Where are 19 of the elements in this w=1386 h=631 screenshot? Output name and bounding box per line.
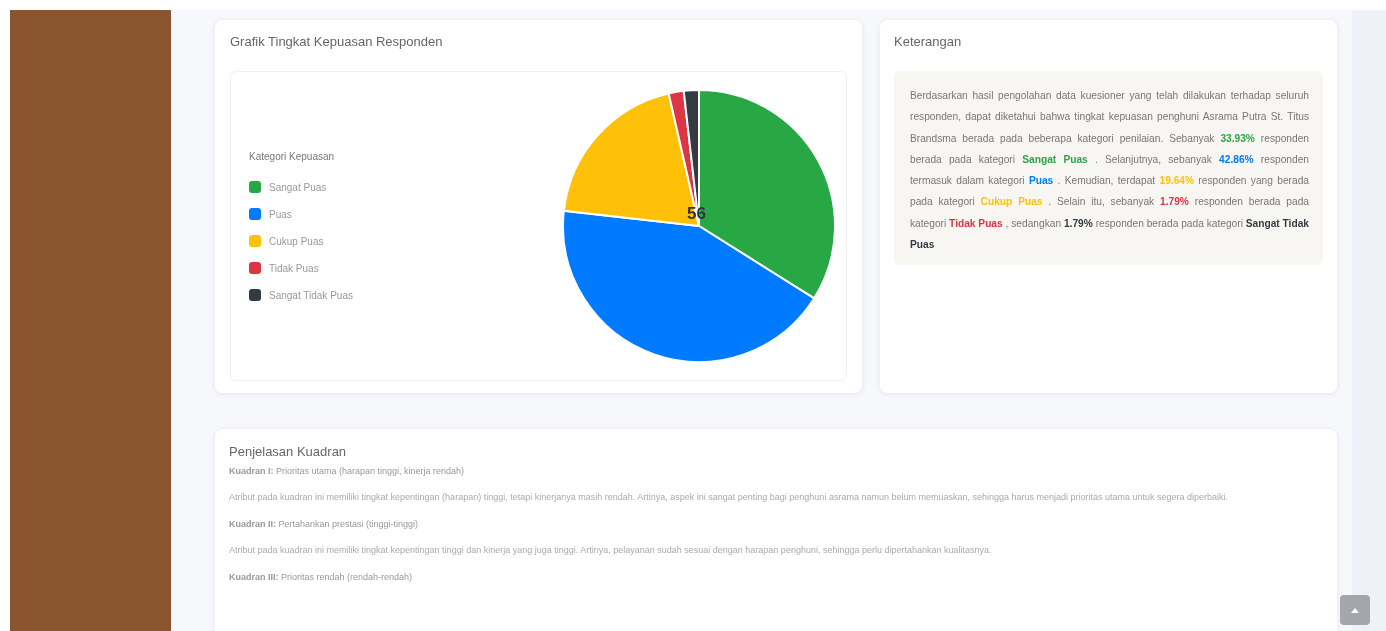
legend-title: Kategori Kepuasan xyxy=(249,151,336,162)
legend-label: Sangat Tidak Puas xyxy=(269,289,353,301)
card-title: Keterangan xyxy=(894,34,963,49)
quadrant-heading: Kuadran II: Pertahankan prestasi (tinggi-tinggi) xyxy=(229,519,420,529)
quadrant-heading: Kuadran I: Prioritas utama (harapan tinggi, kinerja rendah) xyxy=(229,466,466,476)
quadrant-heading: Kuadran III: Prioritas rendah (rendah-rendah) xyxy=(229,572,414,582)
summary-paragraph: Berdasarkan hasil pengolahan data kuesioner yang telah dilakukan terhadap seluruh responden, dapat diketahui bahwa tingkat kepuasan penghuni Asrama Putra St. Titus Brandsma berada pada beberapa kategori penilaian. Sebanyak 33.93% responden berada pada kategori Sangat Puas . Selanjutnya, sebanyak 42.86% responden termasuk dalam kategori Puas . Kemudian, terdapat 19.64% responden yang berada pada kategori Cukup Puas . Selain itu, sebanyak 1.79% responden berada pada kategori Tidak Puas , sedangkan 1.79% responden berada pada kategori Sangat Tidak Puas xyxy=(910,89,1309,253)
quadrant-description: Atribut pada kuadran ini memiliki tingkat kepentingan (harapan) tinggi, tetapi kinerjanya masih rendah. Artinya, aspek ini sangat penting bagi penghuni asrama namun belum memuaskan, sehingga harus menjadi prioritas utama untuk segera diperbaiki. xyxy=(229,491,1230,504)
scrollbar[interactable] xyxy=(1352,10,1386,631)
legend-label: Cukup Puas xyxy=(269,235,324,247)
scroll-top-button[interactable] xyxy=(1340,595,1370,625)
card-title: Grafik Tingkat Kepuasan Responden xyxy=(230,34,444,49)
legend-label: Tidak Puas xyxy=(269,262,319,274)
total-count: 56 xyxy=(687,204,706,224)
section-title: Penjelasan Kuadran xyxy=(229,444,348,459)
caret-up-icon xyxy=(1351,607,1359,613)
legend-label: Sangat Puas xyxy=(269,181,327,193)
legend-label: Puas xyxy=(269,208,292,220)
quadrant-description: Atribut pada kuadran ini memiliki tingkat kepentingan tinggi dan kinerja yang juga tinggi. Artinya, pelayanan sudah sesuai dengan harapan penghuni, sehingga perlu dipertahankan kualitasnya. xyxy=(229,544,993,557)
